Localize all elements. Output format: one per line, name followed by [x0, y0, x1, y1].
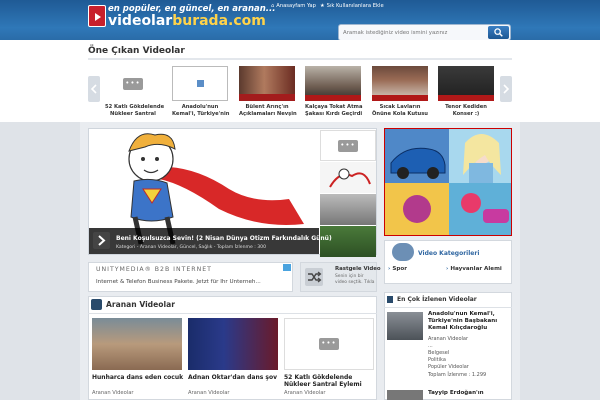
hero-meta: Kategori - Aranan Videolar, Güncel, Sağl…: [116, 245, 267, 250]
video-thumbnail[interactable]: [438, 66, 494, 101]
video-thumbnail[interactable]: [239, 66, 295, 101]
video-thumbnail[interactable]: [387, 390, 423, 400]
featured-caption[interactable]: Kalçaya Tokat Atma Şakası Kırdı Geçirdi: [305, 104, 362, 117]
category-link-hayvanlar[interactable]: › Hayvanlar Alemi: [446, 266, 502, 272]
placeholder-dots-icon: [122, 76, 144, 91]
featured-caption[interactable]: Sıcak Lavların Önüne Kola Kutusu: [372, 104, 428, 117]
featured-item[interactable]: Sıcak Lavların Önüne Kola Kutusu: [372, 66, 428, 117]
video-title[interactable]: 52 Katlı Gökdelende Nükleer Santral Eylem…: [284, 374, 374, 388]
favorites-link[interactable]: ★ Sık Kullanılanlara Ekle: [320, 3, 384, 9]
play-button[interactable]: [93, 232, 110, 249]
bullet-icon: ›: [446, 266, 449, 272]
game-advertisement[interactable]: [384, 128, 512, 236]
logo-play-icon[interactable]: [88, 5, 106, 27]
featured-caption[interactable]: Bülent Arınç'ın Açıklamaları Nevşin: [239, 104, 297, 117]
featured-item[interactable]: Tenor Kediden Konser :): [438, 66, 494, 117]
video-thumbnail[interactable]: [105, 66, 161, 101]
star-icon: ★: [320, 3, 325, 9]
search-box: [338, 24, 511, 41]
placeholder-dots-icon: [337, 138, 359, 153]
video-card[interactable]: Hunharca dans eden cocuk Aranan Videolar: [92, 318, 183, 400]
video-card[interactable]: Adnan Oktar'dan dans şov Aranan Videolar: [188, 318, 278, 400]
video-thumbnail[interactable]: [305, 66, 361, 101]
video-thumbnail[interactable]: [284, 318, 374, 370]
featured-item[interactable]: Anadolu'nun Kemal'i, Türkiye'nin: [172, 66, 229, 117]
searched-videos-title: Aranan Videolar: [106, 300, 175, 309]
ad-banner-title[interactable]: UNITYMEDIA® B2B INTERNET: [96, 266, 212, 273]
logo-text-part2: burada.com: [172, 13, 266, 29]
featured-caption[interactable]: Anadolu'nun Kemal'i, Türkiye'nin: [172, 104, 229, 117]
video-category[interactable]: Aranan Videolar: [92, 390, 134, 396]
broken-image-icon: [197, 80, 204, 87]
speech-bubble-icon: [392, 243, 414, 261]
home-link[interactable]: ⌂ Anasayfam Yap: [271, 3, 316, 9]
magnifier-icon: [494, 28, 503, 37]
featured-caption[interactable]: 52 Katlı Gökdelende Nükleer Santral: [105, 104, 164, 117]
featured-item[interactable]: Kalçaya Tokat Atma Şakası Kırdı Geçirdi: [305, 66, 362, 117]
chevron-right-icon: [98, 235, 106, 246]
featured-item[interactable]: Bülent Arınç'ın Açıklamaları Nevşin: [239, 66, 297, 117]
hero-side-thumb[interactable]: [320, 162, 376, 193]
ad-info-icon[interactable]: [283, 264, 291, 271]
categories-title: Video Kategorileri: [418, 250, 480, 257]
favorites-link-label: Sık Kullanılanlara Ekle: [326, 3, 384, 9]
video-thumbnail[interactable]: [387, 312, 423, 340]
section-divider: [384, 307, 512, 308]
bullet-icon: ›: [388, 266, 391, 272]
video-title[interactable]: Hunharca dans eden cocuk: [92, 374, 183, 381]
section-divider: [88, 313, 377, 314]
search-input[interactable]: [343, 28, 483, 38]
hero-side-thumb[interactable]: [320, 130, 376, 161]
hero-side-thumb[interactable]: [320, 194, 376, 225]
view-count: Toplam İzlenme : 1.299: [428, 372, 487, 378]
video-category[interactable]: Popüler Videolar: [428, 364, 469, 370]
logo-text-part1: videolar: [108, 13, 173, 29]
category-link-spor[interactable]: › Spor: [388, 266, 407, 272]
home-icon: ⌂: [271, 3, 275, 9]
video-category[interactable]: Belgesel: [428, 350, 449, 356]
ad-banner-text[interactable]: Internet & Telefon Business Pakete. Jetz…: [96, 279, 261, 285]
most-watched-section: [384, 292, 512, 400]
video-thumbnail[interactable]: [92, 318, 182, 370]
random-video-desc: Senin için bir video seçtik. Tıkla: [335, 274, 375, 285]
bookmark-icon: [387, 296, 393, 303]
video-category[interactable]: Politika: [428, 357, 446, 363]
featured-prev-button[interactable]: [88, 76, 100, 102]
video-thumbnail[interactable]: [372, 66, 428, 101]
placeholder-dots-icon: [318, 337, 340, 351]
camera-icon: [91, 299, 102, 310]
video-category[interactable]: Aranan Videolar: [284, 390, 326, 396]
most-watched-video-title[interactable]: Tayyip Erdoğan'ın: [428, 390, 484, 396]
most-watched-title: En Çok İzlenen Videolar: [397, 296, 477, 303]
featured-divider: [88, 58, 512, 60]
video-thumbnail[interactable]: [172, 66, 228, 101]
video-category[interactable]: Aranan Videolar: [188, 390, 230, 396]
video-category: ...: [428, 343, 433, 349]
video-card[interactable]: 52 Katlı GökdelendeNükleer Santral Eylem…: [284, 318, 374, 400]
video-title[interactable]: Adnan Oktar'dan dans şov: [188, 374, 278, 381]
ad-image: [385, 129, 511, 235]
most-watched-video-title[interactable]: Anadolu'nun Kemal'i, Türkiye'nin Başbakan…: [428, 311, 497, 332]
home-link-label: Anasayfam Yap: [276, 3, 316, 9]
hero-title[interactable]: Beni Koşulsuzca Sevin! (2 Nisan Dünya Ot…: [116, 235, 332, 242]
site-logo[interactable]: videolarburada.com: [108, 13, 266, 29]
chevron-right-icon: [503, 84, 509, 94]
featured-caption[interactable]: Tenor Kediden Konser :): [438, 104, 494, 117]
video-category[interactable]: Aranan Videolar: [428, 336, 468, 342]
featured-item[interactable]: 52 Katlı GökdelendeNükleer Santral: [105, 66, 164, 117]
featured-next-button[interactable]: [500, 76, 512, 102]
search-button[interactable]: [488, 26, 509, 39]
featured-title: Öne Çıkan Videolar: [88, 46, 185, 56]
shuffle-icon[interactable]: [305, 268, 323, 286]
video-thumbnail[interactable]: [188, 318, 278, 370]
chevron-left-icon: [91, 84, 97, 94]
comic-thumb-icon: [320, 162, 376, 193]
random-video-title[interactable]: Rastgele Video: [335, 266, 381, 272]
